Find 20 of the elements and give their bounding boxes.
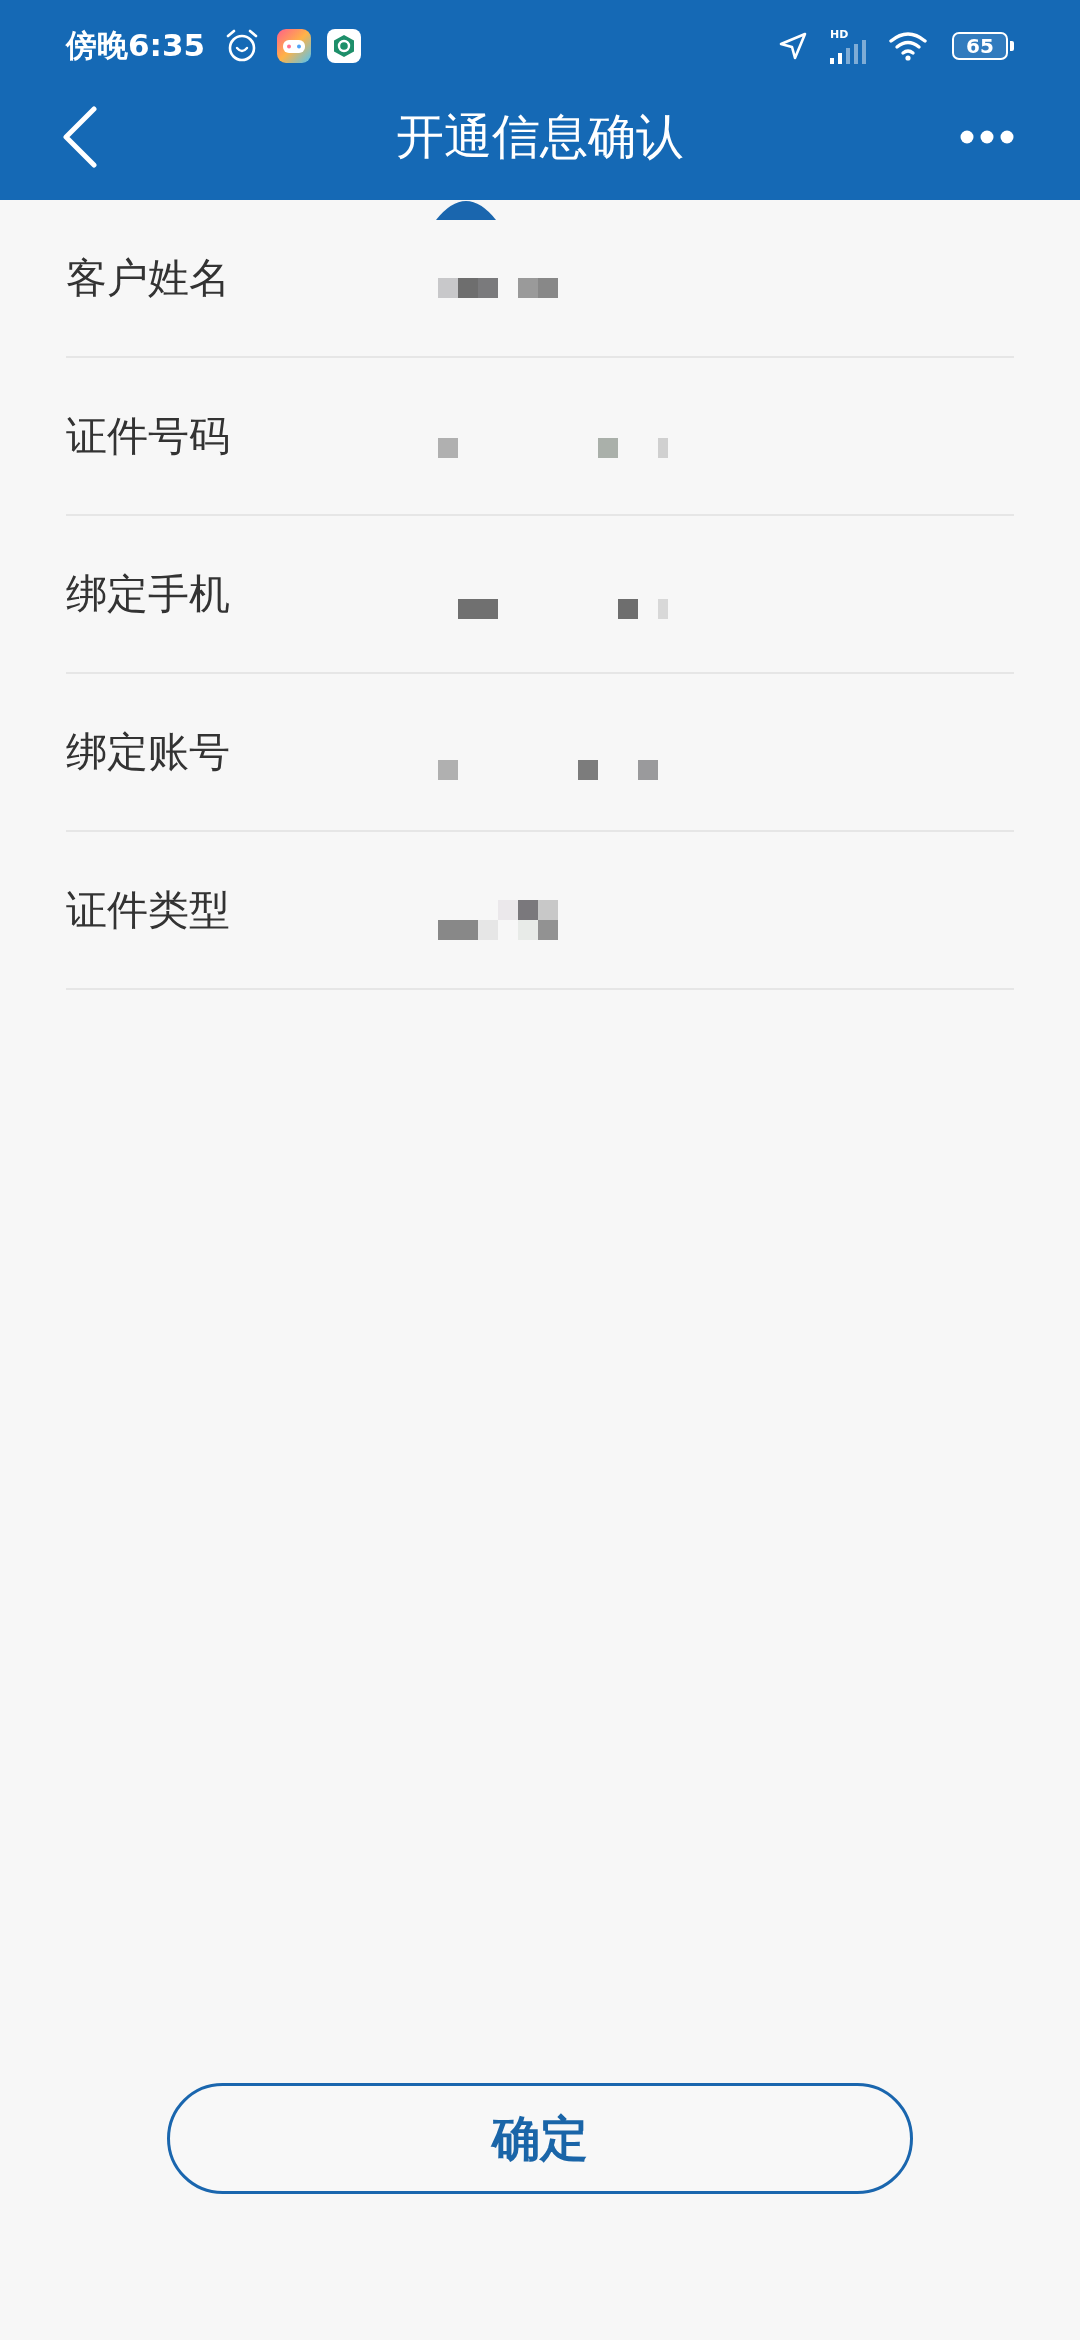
field-label: 绑定账号 [66, 726, 231, 778]
network-type-label: HD [830, 28, 849, 40]
status-time: 傍晚6:35 [66, 26, 206, 65]
hexagon-app-icon [327, 29, 362, 63]
back-chevron-icon [62, 106, 98, 168]
back-button[interactable] [62, 106, 98, 168]
field-label: 客户姓名 [66, 252, 231, 304]
gamepad-app-icon [277, 29, 312, 63]
signal-bars-icon [830, 39, 866, 64]
page-title: 开通信息确认 [396, 107, 684, 166]
field-label: 证件类型 [66, 884, 231, 936]
location-arrow-icon [778, 31, 808, 61]
field-label: 证件号码 [66, 410, 231, 462]
wifi-icon [888, 31, 928, 61]
alarm-clock-icon [225, 29, 260, 63]
more-button[interactable] [960, 130, 1014, 144]
more-dots-icon [960, 130, 1014, 144]
field-label: 绑定手机 [66, 568, 231, 620]
battery-indicator: 65 [952, 32, 1008, 60]
confirm-button[interactable]: 确定 [167, 2083, 913, 2194]
